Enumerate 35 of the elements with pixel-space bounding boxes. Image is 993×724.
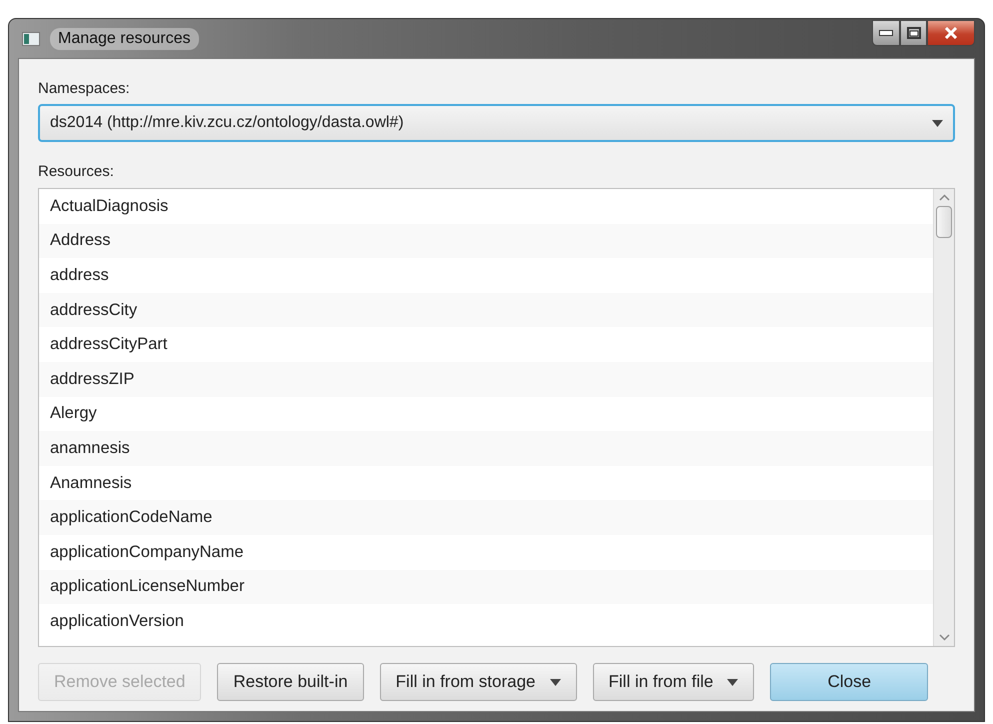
list-item[interactable]: Anamnesis	[39, 466, 933, 500]
window-icon	[22, 32, 40, 46]
list-item[interactable]: applicationCompanyName	[39, 534, 933, 570]
scroll-down-icon[interactable]	[938, 634, 950, 641]
caret-icon	[550, 678, 560, 686]
list-item[interactable]: applicationVersion	[39, 604, 933, 639]
scroll-thumb[interactable]	[936, 206, 952, 238]
namespace-dropdown[interactable]: ds2014 (http://mre.kiv.zcu.cz/ontology/dasta.owl#)	[38, 104, 955, 142]
window-title: Manage resources	[50, 28, 199, 50]
scrollbar[interactable]	[933, 189, 954, 646]
list-item[interactable]: anamnesis	[39, 431, 933, 466]
caret-icon	[727, 678, 738, 686]
maximize-icon	[906, 27, 920, 39]
list-item[interactable]: address	[39, 258, 933, 293]
menu-button[interactable]: Fill in from file	[592, 663, 754, 701]
list-item[interactable]: applicationCodeName	[39, 500, 933, 535]
close-icon	[944, 27, 958, 39]
list-item[interactable]: addressCityPart	[39, 327, 933, 362]
minimize-icon	[879, 30, 893, 36]
list-item[interactable]: addressZIP	[39, 362, 933, 397]
minimize-button[interactable]	[872, 20, 900, 46]
list-item[interactable]: addressCity	[39, 292, 933, 328]
list-item[interactable]: ActualDiagnosis	[39, 189, 933, 224]
namespaces-label: Namespaces:	[38, 79, 131, 99]
list-item[interactable]: Alergy	[39, 396, 933, 432]
close-button[interactable]	[927, 20, 975, 46]
scroll-up-icon[interactable]	[938, 194, 950, 201]
menu-button[interactable]: Fill in from storage	[380, 663, 576, 701]
close-dialog-button[interactable]: Close	[770, 663, 928, 701]
list-item[interactable]: Address	[39, 224, 933, 258]
resources-label: Resources:	[38, 162, 115, 182]
action-button[interactable]: Restore built-in	[217, 663, 364, 701]
list-item[interactable]: applicationLicenseNumber	[39, 570, 933, 604]
maximize-button[interactable]	[900, 20, 927, 46]
dropdown-arrow-icon	[932, 120, 943, 126]
